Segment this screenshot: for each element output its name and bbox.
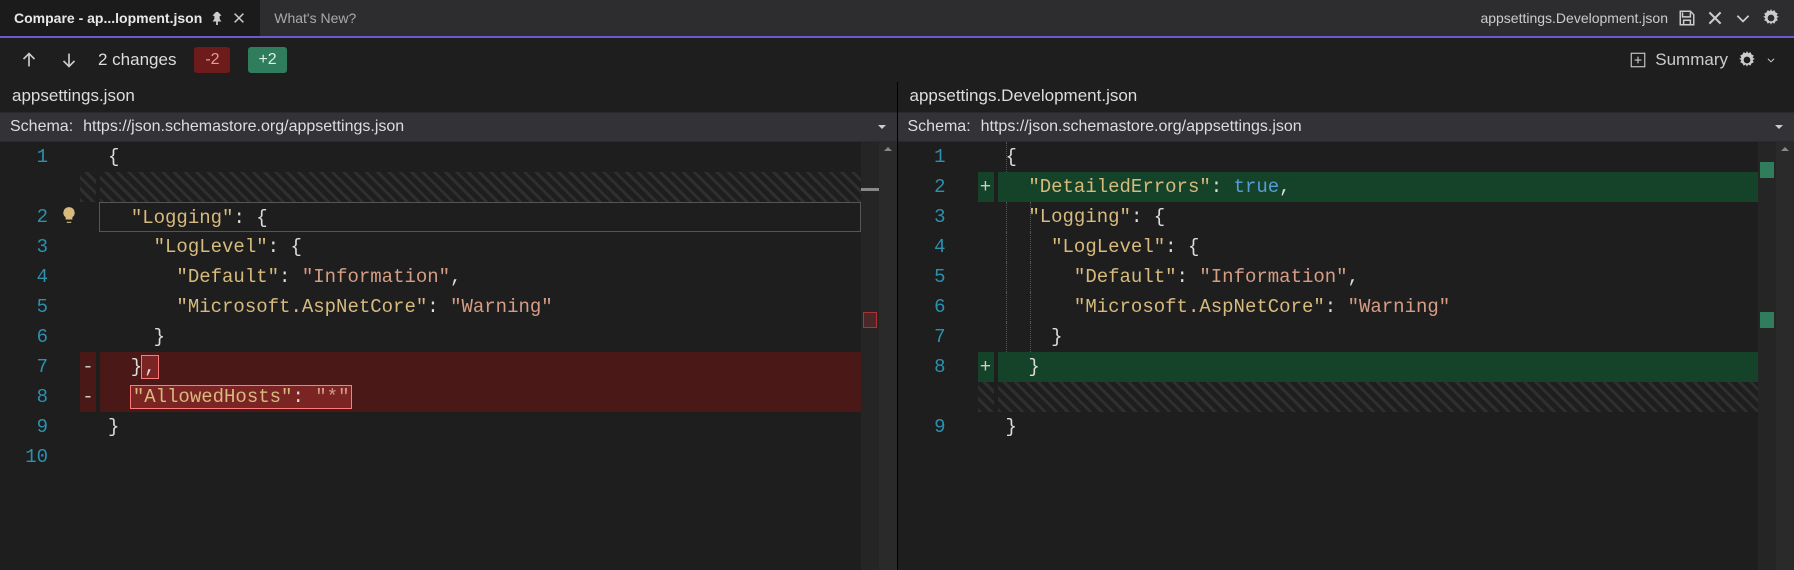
chevron-down-icon[interactable] [1734,9,1752,27]
schema-bar[interactable]: Schema: https://json.schemastore.org/app… [0,112,897,142]
chevron-down-icon[interactable] [1766,51,1776,69]
header-rightgroup: appsettings.Development.json [1480,9,1794,27]
line-number: 8 [898,352,958,382]
line-number: 2 [0,202,60,232]
schema-bar[interactable]: Schema: https://json.schemastore.org/app… [898,112,1794,142]
schema-label: Schema: [908,118,971,136]
schema-label: Schema: [10,118,73,136]
pin-icon[interactable] [210,11,224,25]
editor-left[interactable]: 1{ 2 "Logging": { 3 "LogLevel": { 4 "Def… [0,142,897,570]
editor-right[interactable]: 1{ 2+ "DetailedErrors": true, 3 "Logging… [898,142,1794,570]
summary-icon [1629,51,1647,69]
schema-value: https://json.schemastore.org/appsettings… [83,118,866,136]
scrollbar[interactable] [1776,142,1794,570]
diff-panes: appsettings.json Schema: https://json.sc… [0,82,1794,570]
tab-compare[interactable]: Compare - ap...lopment.json [0,0,260,36]
chevron-down-icon[interactable] [877,122,887,132]
code-area[interactable]: 1{ 2 "Logging": { 3 "LogLevel": { 4 "Def… [0,142,861,570]
close-icon[interactable] [1706,9,1724,27]
next-change-button[interactable] [58,49,80,71]
diff-minus: - [80,382,96,412]
tab-label: What's New? [274,10,356,26]
scrollbar[interactable] [879,142,897,570]
summary-button[interactable]: Summary [1629,50,1728,70]
header-filename: appsettings.Development.json [1480,10,1668,26]
pane-title: appsettings.Development.json [898,82,1794,112]
overview-ruler[interactable] [1758,142,1776,570]
summary-label: Summary [1655,50,1728,70]
line-number: 1 [0,142,60,172]
line-number: 9 [898,412,958,442]
scroll-up-icon[interactable] [883,144,893,154]
line-number: 5 [0,292,60,322]
line-number: 9 [0,412,60,442]
chevron-down-icon[interactable] [1774,122,1784,132]
line-number: 8 [0,382,60,412]
code-area[interactable]: 1{ 2+ "DetailedErrors": true, 3 "Logging… [898,142,1759,570]
line-number: 10 [0,442,60,472]
diff-plus: + [978,352,994,382]
gear-icon[interactable] [1762,9,1780,27]
line-number: 2 [898,172,958,202]
gear-icon[interactable] [1738,51,1756,69]
tab-bar: Compare - ap...lopment.json What's New? … [0,0,1794,38]
pane-title: appsettings.json [0,82,897,112]
line-number: 7 [898,322,958,352]
line-number: 1 [898,142,958,172]
line-number: 4 [0,262,60,292]
close-icon[interactable] [232,11,246,25]
left-pane: appsettings.json Schema: https://json.sc… [0,82,898,570]
diff-plus: + [978,172,994,202]
diff-minus: - [80,352,96,382]
diff-toolbar: 2 changes -2 +2 Summary [0,38,1794,82]
prev-change-button[interactable] [18,49,40,71]
line-number: 6 [0,322,60,352]
save-icon[interactable] [1678,9,1696,27]
changes-count: 2 changes [98,50,176,70]
removed-badge: -2 [194,47,230,73]
scroll-up-icon[interactable] [1780,144,1790,154]
tab-label: Compare - ap...lopment.json [14,10,202,26]
line-number: 5 [898,262,958,292]
line-number: 3 [0,232,60,262]
schema-value: https://json.schemastore.org/appsettings… [981,118,1764,136]
line-number: 6 [898,292,958,322]
overview-ruler[interactable] [861,142,879,570]
line-number: 3 [898,202,958,232]
lightbulb-icon[interactable] [60,206,78,224]
right-pane: appsettings.Development.json Schema: htt… [898,82,1794,570]
tab-whats-new[interactable]: What's New? [260,0,370,36]
line-number: 7 [0,352,60,382]
line-number: 4 [898,232,958,262]
added-badge: +2 [248,47,286,73]
